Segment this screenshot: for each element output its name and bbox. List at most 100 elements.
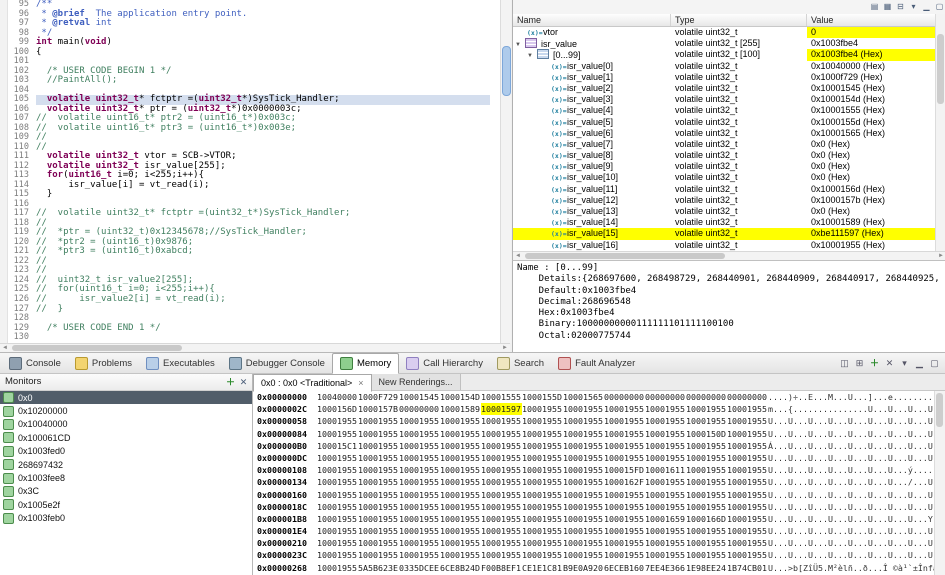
minimize-icon[interactable]: ▁ [912, 358, 927, 369]
memory-cell[interactable]: F00B8EF1 [481, 562, 522, 574]
memory-cell[interactable]: 10001955 [727, 415, 768, 427]
scrollbar-thumb[interactable] [525, 253, 725, 259]
memory-cell[interactable]: 10001955 [317, 562, 358, 574]
memory-cell[interactable]: 0335DCEE [399, 562, 440, 574]
memory-cell[interactable]: 10001955 [440, 537, 481, 549]
tree-expand-icon[interactable]: ▼ [527, 51, 537, 60]
memory-cell[interactable]: 10001955 [686, 415, 727, 427]
memory-cell[interactable]: 10001955 [563, 476, 604, 488]
scroll-right-icon[interactable]: ► [502, 344, 508, 352]
memory-cell[interactable]: 10001955 [481, 537, 522, 549]
memory-cell[interactable]: 1000155D [522, 391, 563, 403]
memory-cell[interactable]: 10001955 [727, 464, 768, 476]
memory-cell[interactable]: 10001955 [399, 489, 440, 501]
memory-cell[interactable]: 10001955 [317, 501, 358, 513]
memory-cell[interactable]: 10001955 [317, 489, 358, 501]
variable-row[interactable]: (x)=isr_value[11]volatile uint32_t0x1000… [513, 184, 936, 195]
memory-cell[interactable]: 10001955 [645, 549, 686, 561]
remove-rendering-icon[interactable]: ✕ [882, 358, 897, 369]
variable-row[interactable]: ▼isr_valuevolatile uint32_t [255]0x1003f… [513, 38, 936, 49]
memory-cell[interactable]: 10001955 [727, 476, 768, 488]
memory-cell[interactable]: 10001955 [563, 549, 604, 561]
memory-cell[interactable]: 10001955 [645, 501, 686, 513]
memory-cell[interactable]: 10001955 [645, 415, 686, 427]
code-line[interactable]: // } [36, 305, 490, 315]
memory-cell[interactable]: 10001955 [604, 452, 645, 464]
memory-cell[interactable]: 10001955 [358, 452, 399, 464]
memory-cell[interactable]: 10001545 [399, 391, 440, 403]
memory-cell[interactable]: 10001955 [645, 525, 686, 537]
memory-cell[interactable]: 10001955 [399, 513, 440, 525]
memory-cell[interactable]: 1000157B [358, 403, 399, 415]
memory-hex-grid[interactable]: 0x00000000100400001000F72910001545100015… [253, 391, 935, 575]
memory-cell[interactable]: 10001955 [604, 428, 645, 440]
memory-cell[interactable]: 10001955 [317, 452, 358, 464]
memory-cell[interactable]: 10001955 [317, 525, 358, 537]
memory-cell[interactable]: 10001955 [563, 525, 604, 537]
monitor-item[interactable]: 0x1005e2f [0, 498, 252, 511]
memory-cell[interactable]: 10001955 [645, 428, 686, 440]
memory-cell[interactable]: 1000162F [604, 476, 645, 488]
variable-row[interactable]: ▼[0...99]volatile uint32_t [100]0x1003fb… [513, 49, 936, 60]
memory-cell[interactable]: 10001955 [563, 464, 604, 476]
variable-row[interactable]: (x)=isr_value[7]volatile uint32_t0x0 (He… [513, 139, 936, 150]
memory-cell[interactable]: 10001955 [645, 440, 686, 452]
code-line[interactable] [36, 333, 490, 343]
code-line[interactable]: //PaintAll(); [36, 76, 490, 86]
memory-cell[interactable]: 10001955 [358, 440, 399, 452]
code-line[interactable]: // [36, 133, 490, 143]
view-menu-icon[interactable]: ▾ [907, 2, 920, 11]
variable-row[interactable]: (x)=isr_value[2]volatile uint32_t0x10001… [513, 83, 936, 94]
memory-vertical-scrollbar[interactable] [934, 391, 945, 575]
memory-cell[interactable]: 10001955 [481, 525, 522, 537]
tab-debugger-console[interactable]: Debugger Console [222, 353, 332, 374]
maximize-icon[interactable]: ▢ [927, 358, 942, 369]
memory-cell[interactable]: 10001955 [440, 415, 481, 427]
memory-cell[interactable]: 10001955 [440, 501, 481, 513]
tab-problems[interactable]: Problems [68, 353, 139, 374]
memory-cell[interactable]: 10001955 [522, 549, 563, 561]
editor-vertical-scrollbar[interactable] [500, 0, 511, 343]
memory-cell[interactable]: 10001955 [563, 513, 604, 525]
split-pane-icon[interactable]: ◫ [837, 358, 852, 369]
memory-cell[interactable]: 10001955 [727, 501, 768, 513]
collapse-all-icon[interactable]: ⊟ [894, 2, 907, 11]
memory-cell[interactable]: 10001955 [604, 403, 645, 415]
add-monitor-icon[interactable]: ＋ [224, 374, 237, 390]
memory-cell[interactable]: 10001955 [399, 549, 440, 561]
memory-cell[interactable]: 1000166D [686, 513, 727, 525]
memory-cell[interactable]: 10001955 [686, 452, 727, 464]
memory-cell[interactable]: 10001955 [563, 415, 604, 427]
memory-cell[interactable]: 10001955 [686, 549, 727, 561]
memory-cell[interactable]: 5A5B623E [358, 562, 399, 574]
scrollbar-thumb[interactable] [936, 393, 943, 427]
memory-cell[interactable]: 10001955 [358, 525, 399, 537]
memory-cell[interactable]: 00000000 [727, 391, 768, 403]
memory-cell[interactable]: 00000000 [645, 391, 686, 403]
memory-cell[interactable]: 10001955 [563, 403, 604, 415]
monitor-item[interactable]: 268697432 [0, 458, 252, 471]
memory-cell[interactable]: 10001955 [522, 525, 563, 537]
memory-cell[interactable]: 10001955 [604, 537, 645, 549]
variable-row[interactable]: (x)=isr_value[4]volatile uint32_t0x10001… [513, 105, 936, 116]
memory-cell[interactable]: 10001955 [358, 464, 399, 476]
monitors-list[interactable]: 0x00x102000000x100400000x100061CD0x1003f… [0, 391, 252, 525]
memory-cell[interactable]: 10001955 [727, 549, 768, 561]
memory-cell[interactable]: 10001955 [522, 415, 563, 427]
code-line[interactable]: { [36, 48, 490, 58]
memory-cell[interactable]: 1000154D [440, 391, 481, 403]
tab-fault-analyzer[interactable]: Fault Analyzer [551, 353, 642, 374]
memory-cell[interactable]: 10001955 [440, 549, 481, 561]
memory-cell[interactable]: 1000F729 [358, 391, 399, 403]
variable-row[interactable]: (x)=isr_value[10]volatile uint32_t0x0 (H… [513, 172, 936, 183]
memory-cell[interactable]: 10001955 [563, 428, 604, 440]
memory-cell[interactable]: 10001955 [440, 464, 481, 476]
memory-cell[interactable]: 10001955 [727, 525, 768, 537]
memory-cell[interactable]: 10001955 [440, 525, 481, 537]
variable-row[interactable]: (x)=isr_value[15]volatile uint32_t0xbe11… [513, 228, 936, 239]
memory-cell[interactable]: 10001955 [399, 501, 440, 513]
variable-row[interactable]: (x)=isr_value[16]volatile uint32_t0x1000… [513, 240, 936, 251]
variables-vertical-scrollbar[interactable] [935, 14, 945, 251]
memory-cell[interactable]: 10001955 [481, 501, 522, 513]
memory-cell[interactable]: 1000156D [317, 403, 358, 415]
